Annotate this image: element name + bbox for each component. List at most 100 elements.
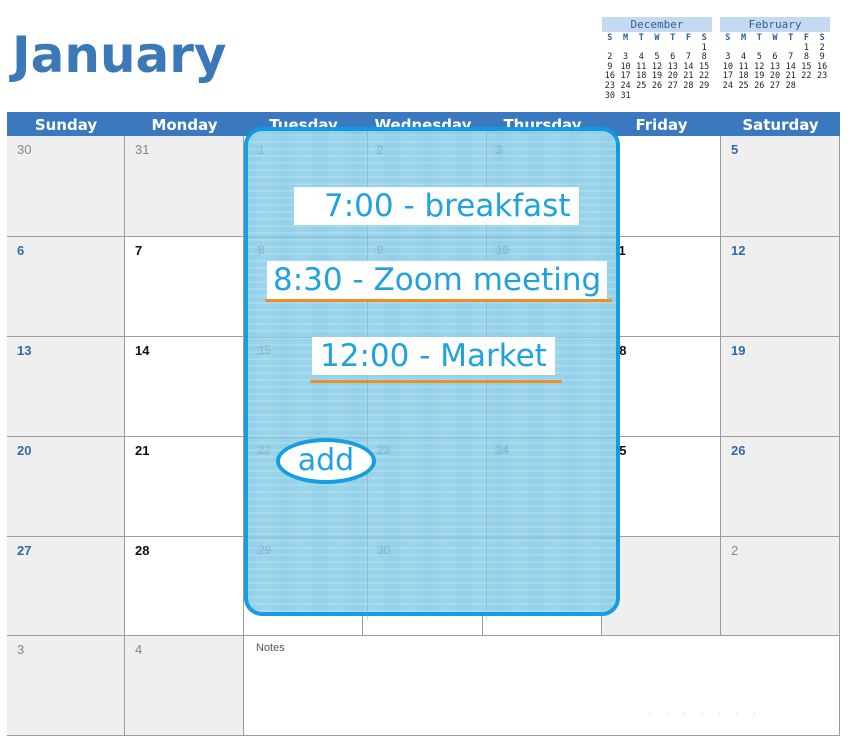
weekday-saturday: Saturday	[742, 116, 819, 134]
mini-calendar-december: December S M T W T F S 1 2 3 4 5 6 7 8 9 10 11 12 13 14 15 16 1…	[602, 17, 712, 101]
add-event-button[interactable]: add	[276, 438, 376, 484]
day-cell[interactable]: 4	[125, 636, 244, 736]
mini-day[interactable]: 29	[696, 81, 712, 92]
panel-ghost-day-number: 22	[258, 443, 272, 457]
month-title: January	[12, 26, 227, 84]
panel-ghost-day-number: 15	[258, 343, 272, 357]
day-cell[interactable]: 6	[7, 237, 125, 337]
event-underline	[265, 299, 612, 302]
day-number: 13	[17, 343, 32, 358]
day-cell[interactable]: 3	[7, 636, 125, 736]
notes-label: Notes	[256, 642, 285, 654]
mini-weekday: S	[607, 33, 613, 43]
mini-weekday: T	[670, 33, 676, 43]
day-cell[interactable]: 14	[125, 337, 244, 437]
mini-calendar-title: February	[720, 17, 830, 32]
day-number: 26	[731, 443, 746, 458]
event-market[interactable]: 12:00 - Market	[312, 337, 555, 375]
day-number: 12	[731, 243, 746, 258]
mini-weekday: W	[772, 33, 778, 43]
mini-weekday: S	[725, 33, 731, 43]
panel-ghost-gridline	[248, 537, 616, 538]
notes-area[interactable]	[244, 636, 840, 736]
day-cell[interactable]: 13	[7, 337, 125, 437]
mini-weekday: F	[685, 33, 691, 43]
event-zoom-meeting[interactable]: 8:30 - Zoom meeting	[267, 261, 608, 299]
mini-day[interactable]	[696, 92, 712, 102]
panel-ghost-gridline	[248, 237, 616, 238]
mini-day[interactable]: 26	[649, 81, 665, 92]
mini-day[interactable]: 25	[633, 81, 649, 92]
mini-day[interactable]: 27	[665, 81, 681, 92]
day-cell[interactable]: 5	[721, 136, 840, 237]
day-number: 2	[731, 543, 739, 558]
day-cell[interactable]: 19	[721, 337, 840, 437]
day-cell[interactable]: 12	[721, 237, 840, 337]
faint-marks: · · · · · · ·	[648, 708, 762, 718]
mini-day[interactable]: 25	[736, 81, 752, 92]
mini-day[interactable]	[799, 82, 815, 92]
mini-day[interactable]: 31	[618, 91, 634, 102]
day-number: 3	[17, 642, 25, 657]
mini-day[interactable]: 26	[751, 81, 767, 92]
mini-day[interactable]: 28	[681, 81, 697, 92]
mini-weekday: T	[638, 33, 644, 43]
day-number: 21	[135, 443, 150, 458]
day-cell[interactable]: 30	[7, 136, 125, 237]
day-cell[interactable]: 20	[7, 437, 125, 537]
mini-calendar-grid: S M T W T F S 1 2 3 4 5 6 7 8 9 10 11 12 13 14 15 16 17 18 19 20 21…	[602, 33, 712, 102]
mini-day[interactable]	[814, 82, 830, 92]
mini-weekday: T	[788, 33, 794, 43]
day-number: 31	[135, 142, 150, 157]
mini-day[interactable]	[681, 92, 697, 102]
day-schedule-panel: 12389101516172223242930 7:00 - breakfast…	[244, 127, 620, 620]
day-number: 5	[731, 142, 739, 157]
panel-ghost-day-number: 2	[377, 143, 384, 157]
day-cell[interactable]: 28	[125, 537, 244, 636]
mini-day[interactable]: 24	[720, 81, 736, 92]
mini-weekday: T	[756, 33, 762, 43]
panel-ghost-day-number: 8	[258, 243, 265, 257]
mini-day[interactable]: 30	[602, 91, 618, 102]
day-number: 4	[135, 642, 143, 657]
day-cell[interactable]: 21	[125, 437, 244, 537]
day-number: 30	[17, 142, 32, 157]
mini-day[interactable]: 22	[799, 72, 815, 82]
day-number: 28	[135, 543, 150, 558]
day-number: 19	[731, 343, 746, 358]
mini-day[interactable]: 28	[783, 81, 799, 92]
mini-day[interactable]: 23	[814, 72, 830, 82]
panel-ghost-gridline	[248, 437, 616, 438]
day-cell[interactable]: 27	[7, 537, 125, 636]
panel-ghost-day-number: 10	[496, 243, 510, 257]
day-number: 7	[135, 243, 143, 258]
panel-ghost-day-number: 29	[258, 543, 272, 557]
weekday-sunday: Sunday	[34, 116, 98, 134]
day-cell[interactable]: 26	[721, 437, 840, 537]
event-breakfast[interactable]: 7:00 - breakfast	[294, 187, 579, 225]
day-number: 14	[135, 343, 150, 358]
event-underline	[310, 380, 562, 383]
mini-calendar-grid: S M T W T F S 1 2 3 4 5 6 7 8 9 10 11 12 13 14 15 16 17 18 19 20 21…	[720, 33, 830, 92]
panel-ghost-day-number: 1	[258, 143, 265, 157]
panel-ghost-day-number: 3	[496, 143, 503, 157]
panel-ghost-day-number: 30	[377, 543, 391, 557]
panel-ghost-day-number: 23	[377, 443, 391, 457]
day-cell[interactable]: 7	[125, 237, 244, 337]
mini-day[interactable]	[665, 92, 681, 102]
mini-weekday: M	[741, 33, 747, 43]
day-cell[interactable]: 2	[721, 537, 840, 636]
day-number: 20	[17, 443, 32, 458]
day-number: 27	[17, 543, 32, 558]
mini-day[interactable]	[633, 92, 649, 102]
day-cell[interactable]: 31	[125, 136, 244, 237]
mini-calendar-title: December	[602, 17, 712, 32]
panel-ghost-day-number: 9	[377, 243, 384, 257]
day-number: 6	[17, 243, 25, 258]
mini-weekday: M	[623, 33, 629, 43]
panel-ghost-day-number: 24	[496, 443, 510, 457]
weekday-friday: Friday	[635, 116, 688, 134]
mini-day[interactable]	[649, 92, 665, 102]
mini-day[interactable]: 27	[767, 81, 783, 92]
mini-calendar-february: February S M T W T F S 1 2 3 4 5 6 7 8 9 10 11 12 13 14 15 16 1…	[720, 17, 830, 92]
